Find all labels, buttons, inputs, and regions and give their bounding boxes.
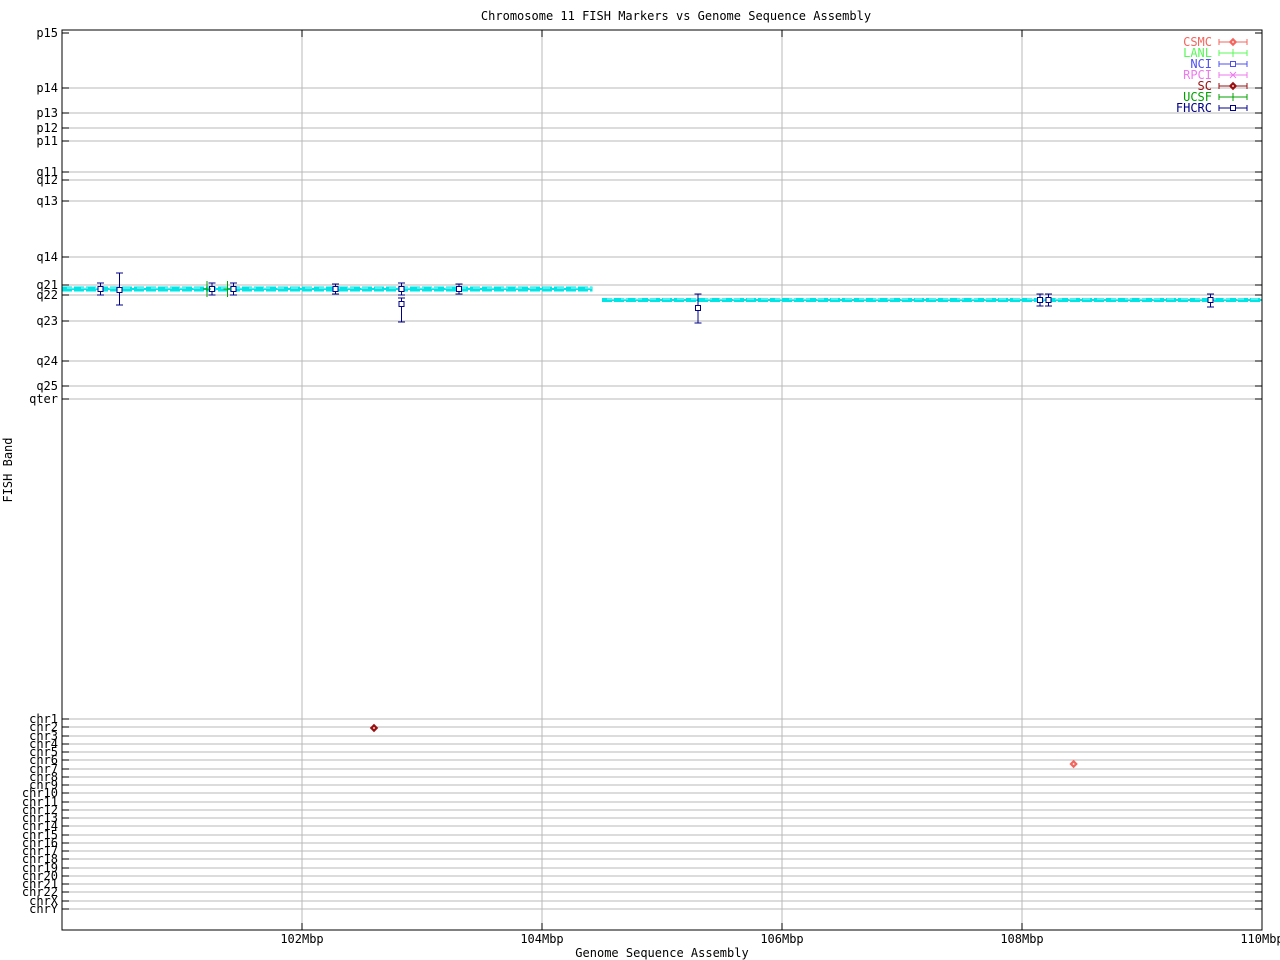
point-FHCRC-6-marker [398, 286, 405, 292]
point-FHCRC-4-marker [230, 286, 237, 292]
y-tick-label-p13: p13 [36, 106, 58, 120]
y-tick-label-p14: p14 [36, 81, 58, 95]
point-SC-1-marker-center [373, 727, 375, 729]
axis-ticks [62, 30, 1263, 930]
x-tick-label-108Mbp: 108Mbp [1000, 932, 1043, 946]
y-tick-label-q24: q24 [36, 354, 58, 368]
y-tick-label-q22: q22 [36, 288, 58, 302]
y-tick-label-p12: p12 [36, 121, 58, 135]
assembly-segments [62, 286, 1262, 302]
data-points [96, 272, 1214, 769]
y-tick-label-q25: q25 [36, 379, 58, 393]
chart-canvas: p15p14p13p12p11q11q12q13q14q21q22q23q24q… [1, 9, 1280, 960]
gridlines [62, 30, 1262, 930]
legend-marker-FHCRC-icon [1230, 105, 1236, 111]
y-tick-labels: p15p14p13p12p11q11q12q13q14q21q22q23q24q… [22, 26, 59, 916]
point-FHCRC-7-marker [398, 301, 405, 307]
x-tick-label-106Mbp: 106Mbp [760, 932, 803, 946]
chart-title: Chromosome 11 FISH Markers vs Genome Seq… [481, 9, 871, 23]
x-tick-labels: 102Mbp 104Mbp 106Mbp 108Mbp 110Mbp [280, 932, 1280, 946]
series-CSMC [1069, 759, 1078, 769]
point-FHCRC-11-marker [1045, 297, 1052, 303]
legend-marker-SC-icon-center [1232, 85, 1234, 87]
point-FHCRC-9-marker [695, 305, 701, 311]
y-tick-label-qter: qter [29, 392, 58, 406]
point-FHCRC-10-marker [1037, 297, 1043, 303]
y-tick-label-q13: q13 [36, 194, 58, 208]
x-tick-label-110Mbp: 110Mbp [1240, 932, 1280, 946]
point-FHCRC-8-marker [456, 286, 463, 292]
y-tick-label-q14: q14 [36, 250, 58, 264]
y-tick-label-p11: p11 [36, 134, 58, 148]
point-FHCRC-2-marker [116, 287, 123, 293]
point-FHCRC-12-marker [1207, 297, 1214, 303]
y-tick-label-p15: p15 [36, 26, 58, 40]
point-CSMC-1-marker-center [1072, 763, 1075, 765]
point-FHCRC-5-marker [332, 286, 339, 292]
plot-border [61, 29, 1263, 931]
plot-frame [61, 29, 1263, 931]
x-tick-label-104Mbp: 104Mbp [520, 932, 563, 946]
legend-label-FHCRC: FHCRC [1176, 101, 1212, 115]
fish-marker-chart: p15 p14 p13 p12 p11 q11 q12 q13 q14 q21 q22 q23 q24 q… [0, 0, 1280, 960]
x-tick-label-102Mbp: 102Mbp [280, 932, 323, 946]
legend-marker-CSMC-icon-center [1232, 41, 1234, 43]
y-tick-label-q12: q12 [36, 173, 58, 187]
legend: CSMCLANLNCIRPCISCUCSFFHCRC [1176, 35, 1248, 115]
x-axis-title: Genome Sequence Assembly [575, 946, 748, 960]
y-tick-label-chrY: chrY [29, 902, 59, 916]
legend-marker-NCI-icon [1230, 61, 1236, 67]
y-tick-label-q23: q23 [36, 314, 58, 328]
legend-item-RPCI: RPCI [1183, 68, 1248, 82]
point-FHCRC-1-marker [97, 286, 104, 292]
series-SC [369, 723, 379, 733]
y-axis-title: FISH Band [1, 437, 15, 502]
